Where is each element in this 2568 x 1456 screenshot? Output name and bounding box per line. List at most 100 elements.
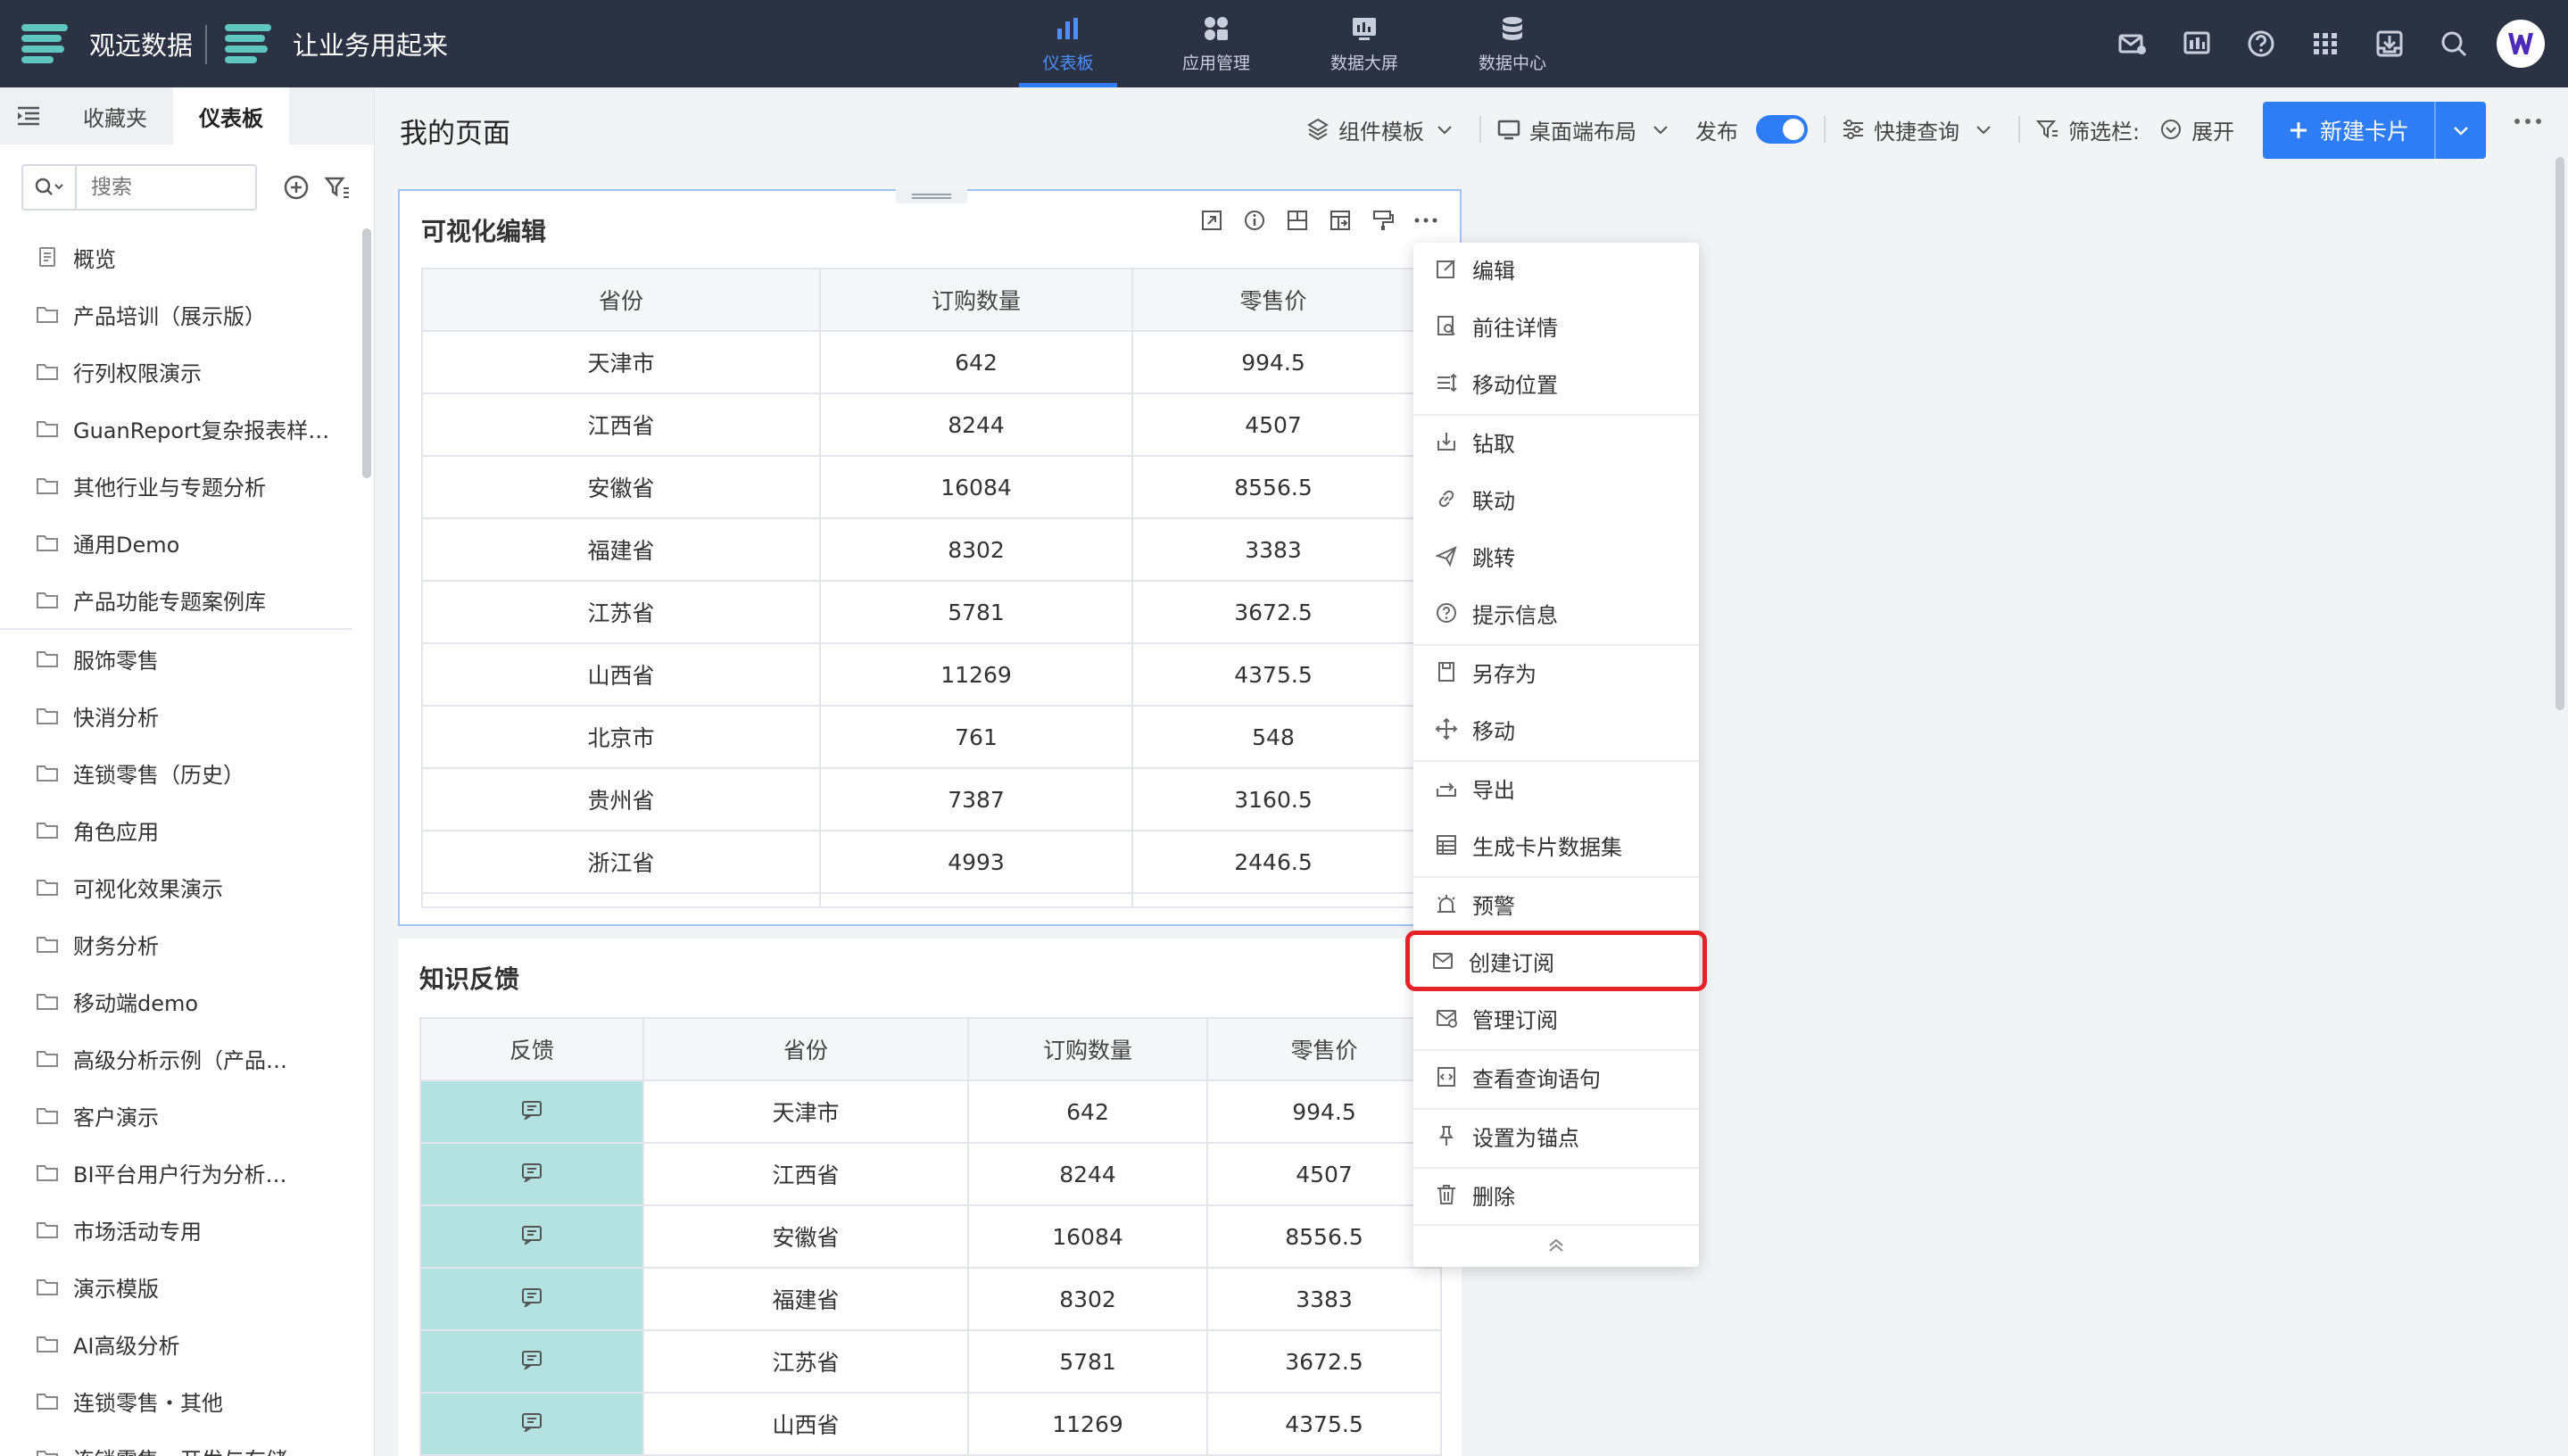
- sidebar-item[interactable]: 概览: [0, 228, 362, 285]
- menu-item-generate-dataset[interactable]: 生成卡片数据集: [1413, 819, 1699, 871]
- card-layout-button[interactable]: [1276, 209, 1319, 232]
- global-search-button[interactable]: [2422, 29, 2486, 59]
- sidebar-item[interactable]: 服饰零售: [0, 630, 362, 687]
- menu-item-delete[interactable]: 删除: [1413, 1169, 1699, 1220]
- menu-item-save-as[interactable]: 另存为: [1413, 646, 1699, 698]
- tab-dashboards[interactable]: 仪表板: [173, 87, 289, 145]
- nav-dashboard[interactable]: 仪表板: [994, 0, 1142, 87]
- sidebar-item[interactable]: 快消分析: [0, 687, 362, 744]
- sidebar-item[interactable]: 财务分析: [0, 915, 362, 972]
- menu-item-tooltip[interactable]: 提示信息: [1413, 587, 1699, 639]
- table-row[interactable]: 江西省 8244 4507: [421, 393, 1415, 457]
- column-header[interactable]: 反馈: [419, 1017, 644, 1081]
- help-button[interactable]: [2229, 29, 2293, 59]
- sidebar-item[interactable]: BI平台用户行为分析…: [0, 1144, 362, 1201]
- filter-button[interactable]: [319, 170, 355, 205]
- inbox-download-button[interactable]: [2357, 29, 2422, 59]
- grid-apps-button[interactable]: [2293, 29, 2357, 59]
- table-row[interactable]: 江西省 8244 4507: [419, 1142, 1442, 1206]
- table-row[interactable]: 北京市 761 548: [421, 705, 1415, 769]
- menu-item-linkage[interactable]: 联动: [1413, 473, 1699, 525]
- card-more-button[interactable]: [1404, 211, 1447, 229]
- screen-monitor-button[interactable]: [2165, 29, 2229, 59]
- feedback-cell[interactable]: [419, 1267, 644, 1331]
- table-row[interactable]: 安徽省 16084 8556.5: [421, 455, 1415, 519]
- sidebar-scrollbar[interactable]: [362, 228, 371, 478]
- feedback-cell[interactable]: [419, 1329, 644, 1394]
- feedback-cell[interactable]: [419, 1204, 644, 1269]
- menu-item-jump[interactable]: 跳转: [1413, 530, 1699, 582]
- sidebar-item[interactable]: 客户演示: [0, 1087, 362, 1144]
- mail-notify-button[interactable]: [2100, 29, 2165, 59]
- brand-product[interactable]: 观远数据: [21, 0, 193, 87]
- search-input[interactable]: [77, 176, 246, 199]
- table-row[interactable]: 天津市 642 994.5: [421, 330, 1415, 394]
- page-more-button[interactable]: [2513, 111, 2543, 136]
- feedback-cell[interactable]: [419, 1080, 644, 1144]
- sidebar-item[interactable]: 通用Demo: [0, 514, 362, 571]
- menu-item-drill[interactable]: 钻取: [1413, 416, 1699, 467]
- column-header[interactable]: 订购数量: [967, 1017, 1208, 1081]
- column-header[interactable]: 省份: [421, 268, 821, 332]
- sidebar-item[interactable]: 产品培训（展示版）: [0, 285, 362, 343]
- sidebar-item[interactable]: 演示模版: [0, 1258, 362, 1315]
- new-card-button[interactable]: 新建卡片: [2263, 102, 2434, 159]
- menu-item-move-position[interactable]: 移动位置: [1413, 357, 1699, 409]
- expand-filter-button[interactable]: 展开: [2191, 114, 2234, 145]
- table-row[interactable]: 山西省 11269 4375.5: [419, 1392, 1442, 1456]
- card-drag-handle[interactable]: [896, 189, 967, 203]
- sidebar-item[interactable]: 产品功能专题案例库: [0, 571, 362, 628]
- sidebar-item[interactable]: 其他行业与专题分析: [0, 457, 362, 514]
- layout-dropdown[interactable]: 桌面端布局: [1529, 114, 1636, 145]
- menu-item-set-anchor[interactable]: 设置为锚点: [1413, 1110, 1699, 1162]
- new-card-dropdown[interactable]: [2434, 102, 2486, 159]
- menu-item-export[interactable]: 导出: [1413, 762, 1699, 814]
- sidebar-item[interactable]: GuanReport复杂报表样…: [0, 400, 362, 457]
- table-row[interactable]: 江苏省 5781 3672.5: [421, 580, 1415, 644]
- tab-favorites[interactable]: 收藏夹: [57, 87, 173, 145]
- menu-item-view-query[interactable]: 查看查询语句: [1413, 1051, 1699, 1103]
- fullscreen-button[interactable]: [1190, 209, 1233, 232]
- sidebar-item[interactable]: 角色应用: [0, 801, 362, 858]
- sidebar-item[interactable]: 市场活动专用: [0, 1201, 362, 1258]
- menu-item-create-subscription[interactable]: 创建订阅: [1405, 931, 1707, 991]
- column-header[interactable]: 零售价: [1206, 1017, 1442, 1081]
- nav-data-center[interactable]: 数据中心: [1438, 0, 1586, 87]
- sidebar-item[interactable]: 连锁零售・其他: [0, 1372, 362, 1429]
- add-dashboard-button[interactable]: [278, 170, 314, 205]
- sidebar-item[interactable]: 高级分析示例（产品…: [0, 1030, 362, 1087]
- table-row[interactable]: 山西省 11269 4375.5: [421, 642, 1415, 707]
- sidebar-item[interactable]: 连锁零售（历史）: [0, 744, 362, 801]
- menu-item-edit[interactable]: 编辑: [1413, 243, 1699, 294]
- card-knowledge-feedback[interactable]: 知识反馈 反馈 省份 订购数量 零售价 天津市 642 994.5 江西省 8244 4…: [398, 939, 1462, 1456]
- component-template-dropdown[interactable]: 组件模板: [1338, 114, 1424, 145]
- column-header[interactable]: 省份: [642, 1017, 969, 1081]
- card-export-button[interactable]: [1319, 209, 1362, 232]
- table-row[interactable]: 江苏省 5781 3672.5: [419, 1329, 1442, 1394]
- info-button[interactable]: [1233, 209, 1276, 232]
- sidebar-item[interactable]: 移动端demo: [0, 972, 362, 1030]
- column-header[interactable]: 零售价: [1131, 268, 1415, 332]
- menu-item-manage-subscription[interactable]: 管理订阅: [1413, 992, 1699, 1044]
- table-row[interactable]: 福建省 8302 3383: [419, 1267, 1442, 1331]
- table-row[interactable]: 浙江省 4993 2446.5: [421, 830, 1415, 894]
- nav-big-screen[interactable]: 数据大屏: [1290, 0, 1438, 87]
- sidebar-item[interactable]: 可视化效果演示: [0, 858, 362, 915]
- table-row[interactable]: 贵州省 7387 3160.5: [421, 767, 1415, 831]
- table-row[interactable]: 天津市 642 994.5: [419, 1080, 1442, 1144]
- table-row[interactable]: 福建省 8302 3383: [421, 517, 1415, 582]
- menu-item-alert[interactable]: 预警: [1413, 878, 1699, 930]
- quick-query-dropdown[interactable]: 快捷查询: [1874, 114, 1959, 145]
- brand-workspace[interactable]: 让业务用起来: [225, 0, 448, 87]
- card-visual-editing[interactable]: 可视化编辑 省份 订购数量 零售价 天津市 642 994.5 江西省 8244 450…: [398, 189, 1462, 926]
- publish-toggle[interactable]: [1756, 115, 1808, 144]
- search-type-dropdown[interactable]: [23, 166, 77, 209]
- sidebar-collapse-button[interactable]: [0, 87, 57, 145]
- sidebar-item[interactable]: 行列权限演示: [0, 343, 362, 400]
- page-scrollbar[interactable]: [2556, 157, 2564, 710]
- user-avatar[interactable]: [2497, 20, 2545, 68]
- menu-item-move[interactable]: 移动: [1413, 703, 1699, 755]
- sidebar-item[interactable]: AI高级分析: [0, 1315, 362, 1372]
- menu-item-go-detail[interactable]: 前往详情: [1413, 300, 1699, 352]
- nav-app-management[interactable]: 应用管理: [1142, 0, 1290, 87]
